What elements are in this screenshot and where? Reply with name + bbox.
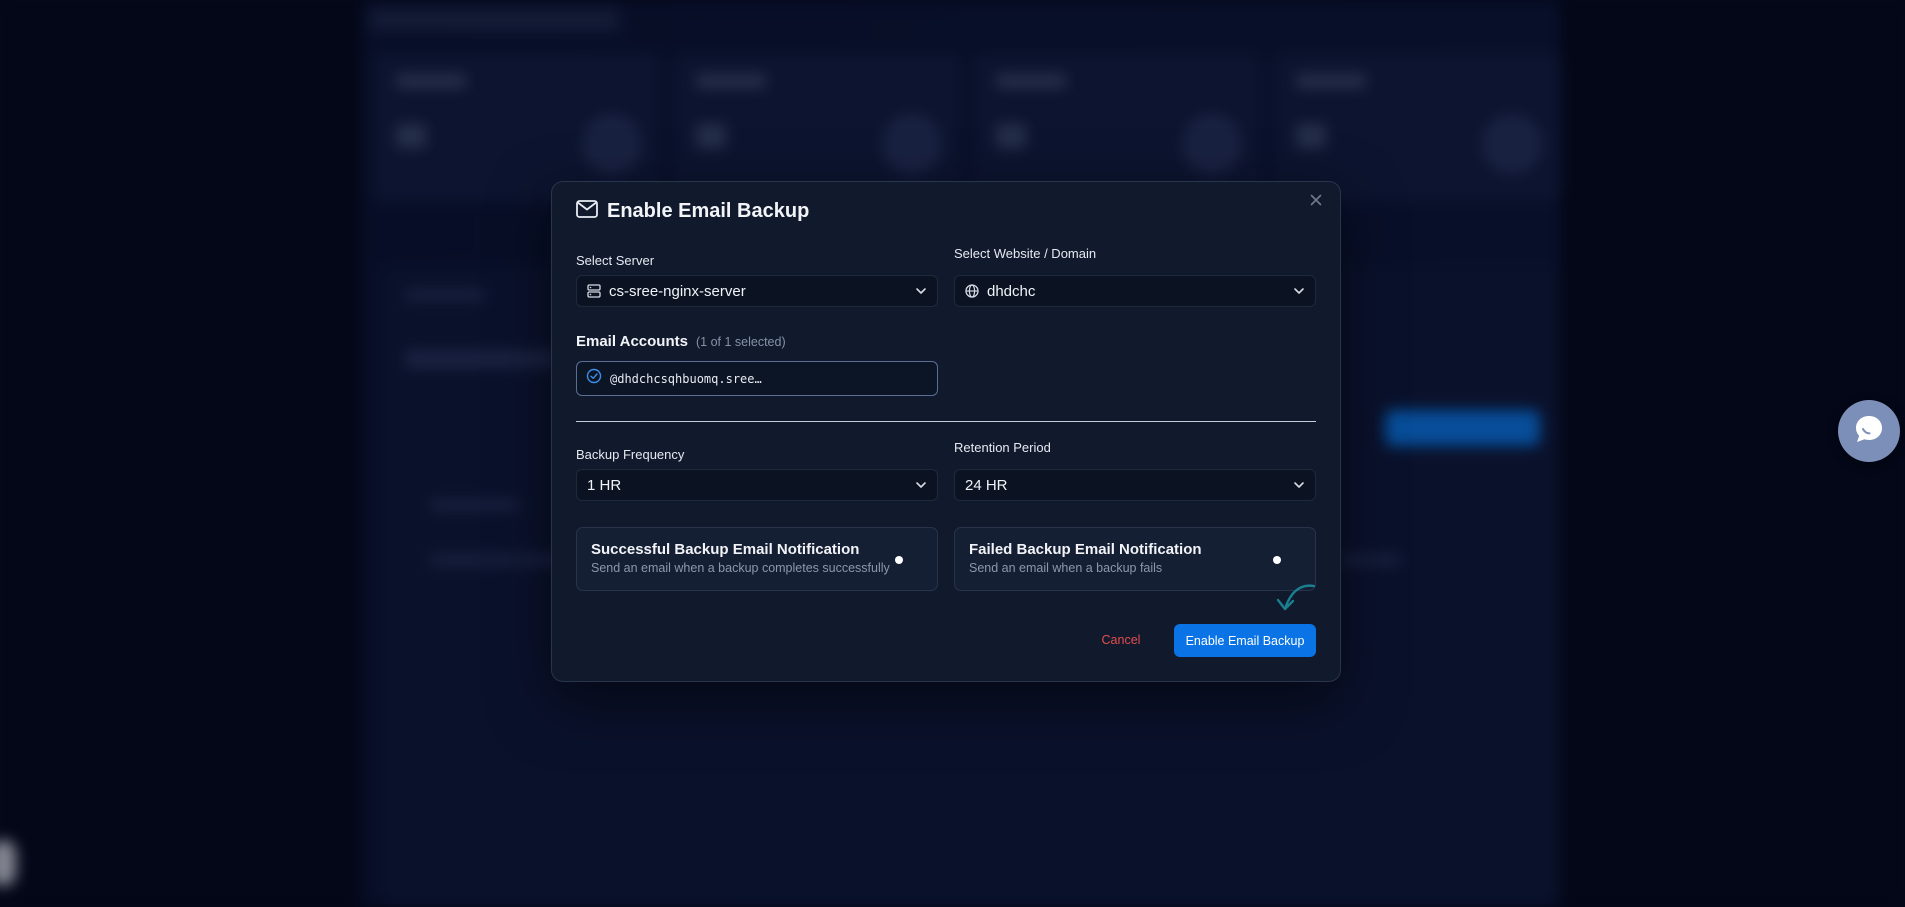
check-circle-icon xyxy=(586,368,602,389)
cancel-button[interactable]: Cancel xyxy=(1093,624,1149,656)
failed-notification-card: Failed Backup Email Notification Send an… xyxy=(954,527,1316,591)
success-notification-toggle[interactable] xyxy=(895,554,911,566)
failed-notification-description: Send an email when a backup fails xyxy=(969,561,1163,575)
close-button[interactable] xyxy=(1306,192,1326,212)
server-select-value: cs-sree-nginx-server xyxy=(609,282,746,300)
email-account-item[interactable]: @dhdchcsqhbuomq.sree… xyxy=(576,361,938,396)
failed-notification-title: Failed Backup Email Notification xyxy=(969,541,1202,558)
close-icon xyxy=(1310,193,1322,211)
website-select-value: dhdchc xyxy=(987,282,1036,300)
select-server-label: Select Server xyxy=(576,253,655,268)
select-website-label: Select Website / Domain xyxy=(954,246,1097,261)
email-account-address: @dhdchcsqhbuomq.sree… xyxy=(610,371,762,386)
email-accounts-count: (1 of 1 selected) xyxy=(695,335,786,349)
mail-icon xyxy=(576,200,598,223)
globe-icon xyxy=(965,284,979,298)
server-icon xyxy=(587,284,601,298)
website-select[interactable]: dhdchc xyxy=(954,275,1316,307)
enable-email-backup-dialog: Enable Email Backup Select Server cs-sre… xyxy=(551,181,1341,682)
email-accounts-header: Email Accounts (1 of 1 selected) xyxy=(576,333,786,350)
curved-arrow-icon xyxy=(1272,582,1318,627)
backup-frequency-value: 1 HR xyxy=(587,476,622,494)
email-accounts-title: Email Accounts xyxy=(576,333,688,350)
retention-period-label: Retention Period xyxy=(954,440,1051,455)
failed-notification-toggle[interactable] xyxy=(1273,554,1289,566)
success-notification-card: Successful Backup Email Notification Sen… xyxy=(576,527,938,591)
success-notification-description: Send an email when a backup completes su… xyxy=(591,561,890,575)
retention-period-value: 24 HR xyxy=(965,476,1008,494)
retention-period-select[interactable]: 24 HR xyxy=(954,469,1316,501)
backup-frequency-select[interactable]: 1 HR xyxy=(576,469,938,501)
chat-icon xyxy=(1852,412,1886,451)
chevron-down-icon xyxy=(1293,481,1305,489)
chevron-down-icon xyxy=(915,287,927,295)
dialog-header: Enable Email Backup xyxy=(576,200,809,223)
toggle-knob xyxy=(1273,556,1281,564)
success-notification-title: Successful Backup Email Notification xyxy=(591,541,860,558)
section-divider xyxy=(576,421,1316,422)
chat-launcher-button[interactable] xyxy=(1838,400,1900,462)
chevron-down-icon xyxy=(1293,287,1305,295)
chevron-down-icon xyxy=(915,481,927,489)
dialog-title: Enable Email Backup xyxy=(607,200,810,222)
toggle-knob xyxy=(895,556,903,564)
backup-frequency-label: Backup Frequency xyxy=(576,447,685,462)
enable-email-backup-button[interactable]: Enable Email Backup xyxy=(1174,624,1316,657)
server-select[interactable]: cs-sree-nginx-server xyxy=(576,275,938,307)
